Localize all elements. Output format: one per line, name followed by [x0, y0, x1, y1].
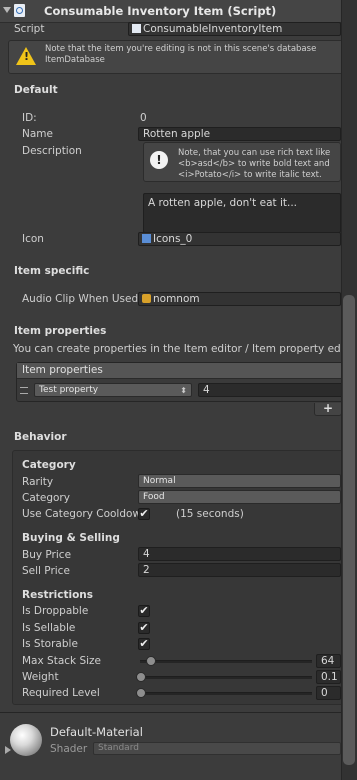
help-line-1: Note, that you can use rich text like	[178, 148, 331, 158]
section-divider	[0, 712, 346, 713]
name-input[interactable]: Rotten apple	[138, 127, 341, 141]
property-dropdown-arrow-icon: ⬍	[180, 386, 187, 395]
is-storable-checkbox[interactable]: ✔	[138, 638, 150, 650]
shader-dropdown[interactable]: Standard	[93, 742, 341, 755]
item-properties-list: Item properties Test property ⬍ 4	[16, 362, 346, 402]
audio-clip-icon	[142, 294, 151, 303]
shader-label: Shader	[50, 743, 88, 755]
weight-label: Weight	[22, 671, 59, 683]
warning-message: Note that the item you're editing is not…	[45, 44, 316, 66]
icon-field-value: Icons_0	[153, 233, 193, 245]
use-category-cooldown-label: Use Category Cooldow	[22, 508, 142, 520]
audio-clip-value: nomnom	[153, 293, 200, 305]
category-label: Category	[22, 492, 70, 504]
material-preview-sphere	[10, 724, 42, 756]
help-line-2: <b>asd</b> to write bold text and	[178, 159, 330, 169]
category-dropdown[interactable]: Food	[138, 490, 341, 504]
description-textarea[interactable]: A rotten apple, don't eat it...	[143, 193, 341, 233]
property-dropdown[interactable]: Test property ⬍	[34, 383, 192, 397]
weight-input[interactable]: 0.1	[316, 670, 341, 684]
sell-price-input[interactable]: 2	[138, 563, 341, 577]
default-section-title: Default	[14, 84, 58, 96]
database-warning-box: ! Note that the item you're editing is n…	[8, 40, 348, 74]
restrictions-subtitle: Restrictions	[22, 589, 94, 601]
required-level-slider-thumb[interactable]	[136, 688, 146, 698]
material-name: Default-Material	[50, 725, 143, 739]
weight-slider[interactable]	[140, 676, 312, 679]
script-icon	[14, 4, 25, 17]
audio-clip-label: Audio Clip When Used	[22, 293, 139, 305]
category-value: Food	[143, 492, 165, 502]
warning-line-2: ItemDatabase	[45, 55, 105, 65]
item-properties-description: You can create properties in the Item ed…	[13, 343, 341, 355]
rarity-value: Normal	[143, 476, 176, 486]
rich-text-help-box: ! Note, that you can use rich text like …	[143, 142, 341, 182]
sell-price-label: Sell Price	[22, 565, 70, 577]
required-level-slider[interactable]	[140, 692, 312, 695]
rich-text-help-message: Note, that you can use rich text like <b…	[178, 148, 330, 181]
is-sellable-checkbox[interactable]: ✔	[138, 622, 150, 634]
id-label: ID:	[22, 112, 37, 124]
component-title: Consumable Inventory Item (Script)	[44, 4, 277, 18]
max-stack-size-slider-thumb[interactable]	[146, 656, 156, 666]
max-stack-size-slider[interactable]	[140, 660, 312, 663]
item-specific-title: Item specific	[14, 265, 90, 277]
weight-slider-thumb[interactable]	[136, 672, 146, 682]
shader-dropdown-value: Standard	[98, 743, 139, 753]
id-value: 0	[140, 112, 147, 124]
component-header[interactable]: Consumable Inventory Item (Script)	[0, 0, 357, 23]
max-stack-size-label: Max Stack Size	[22, 655, 102, 667]
is-droppable-checkbox[interactable]: ✔	[138, 605, 150, 617]
name-label: Name	[22, 128, 53, 140]
is-droppable-label: Is Droppable	[22, 605, 89, 617]
warning-icon: !	[16, 47, 36, 65]
audio-clip-field[interactable]: nomnom	[138, 292, 341, 306]
rarity-dropdown[interactable]: Normal	[138, 474, 341, 488]
inspector-panel: Consumable Inventory Item (Script) Scrip…	[0, 0, 357, 780]
script-field-value: ConsumableInventoryItem	[143, 23, 283, 35]
rarity-label: Rarity	[22, 476, 54, 488]
script-file-icon	[132, 24, 141, 33]
description-label: Description	[22, 145, 82, 157]
vertical-scrollbar-thumb[interactable]	[343, 295, 355, 765]
cooldown-note: (15 seconds)	[176, 508, 244, 520]
max-stack-size-input[interactable]: 64	[316, 654, 341, 668]
icon-label: Icon	[22, 233, 44, 245]
required-level-input[interactable]: 0	[316, 686, 341, 700]
warning-line-1: Note that the item you're editing is not…	[45, 44, 317, 54]
sprite-icon	[142, 234, 151, 243]
item-properties-list-header: Item properties	[17, 363, 345, 379]
required-level-label: Required Level	[22, 687, 100, 699]
buy-price-label: Buy Price	[22, 549, 72, 561]
behavior-title: Behavior	[14, 431, 67, 443]
material-foldout-arrow-icon[interactable]	[5, 746, 11, 754]
icon-field[interactable]: Icons_0	[138, 232, 341, 246]
script-label: Script	[14, 23, 45, 35]
info-icon: !	[150, 151, 168, 169]
item-properties-title: Item properties	[14, 325, 107, 337]
foldout-arrow-icon[interactable]	[3, 7, 11, 13]
property-value-input[interactable]: 4	[198, 383, 345, 397]
is-storable-label: Is Storable	[22, 638, 78, 650]
drag-handle-icon[interactable]	[20, 387, 28, 394]
buying-selling-subtitle: Buying & Selling	[22, 532, 120, 544]
add-property-button[interactable]: +	[314, 402, 342, 416]
help-line-3: <i>Potato</i> to write italic text.	[178, 170, 322, 180]
buy-price-input[interactable]: 4	[138, 547, 341, 561]
category-subtitle: Category	[22, 459, 76, 471]
use-category-cooldown-checkbox[interactable]: ✔	[138, 508, 150, 520]
script-field[interactable]: ConsumableInventoryItem	[128, 22, 341, 36]
property-dropdown-value: Test property	[39, 385, 99, 395]
is-sellable-label: Is Sellable	[22, 622, 76, 634]
